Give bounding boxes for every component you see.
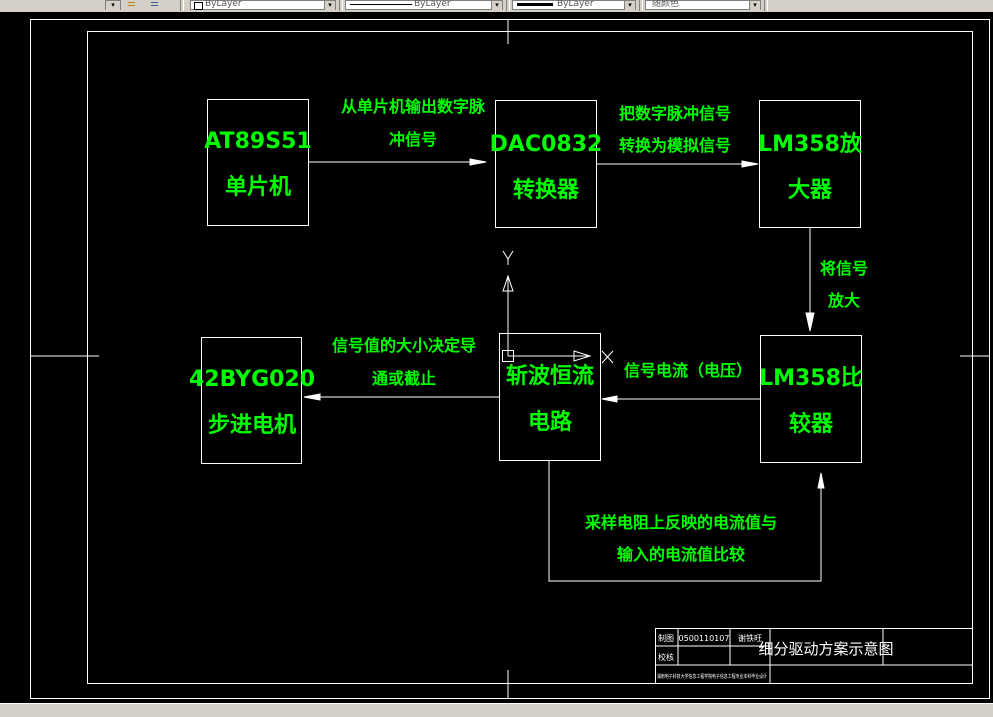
label-dac-to-amp-2: 转换为模拟信号: [619, 136, 731, 155]
label-dac-to-amp-1: 把数字脉冲信号: [619, 104, 731, 123]
status-bar: [0, 703, 993, 717]
title-checked-label: 校核: [658, 652, 674, 662]
arrowhead: [805, 312, 815, 332]
label-mcu-to-dac-1: 从单片机输出数字脉: [341, 97, 486, 116]
block-motor-line1: 42BYG020: [189, 367, 315, 392]
toolbar-separator: [639, 0, 643, 11]
arrowhead: [741, 160, 759, 168]
properties-toolbar: ▾ ☰ ☰ ByLayer ▾ ByLayer ▾ ByLayer ▾ 随颜色 …: [0, 0, 993, 12]
drawing-canvas[interactable]: AT89S51 单片机 DAC0832 转换器 LM358放 大器 42BYG0…: [0, 12, 993, 703]
block-amplifier: [759, 100, 861, 228]
block-comparator: [760, 335, 862, 463]
color-control-dropdown[interactable]: ByLayer ▾: [190, 0, 336, 10]
block-chopper-line2: 电路: [528, 409, 573, 435]
block-dac: [495, 100, 597, 228]
block-dac-line1: DAC0832: [490, 132, 603, 157]
toolbar-separator: [506, 0, 510, 11]
linetype-control-dropdown[interactable]: ByLayer ▾: [345, 0, 503, 10]
title-drawn-value: 0500110107: [679, 634, 730, 643]
block-chopper: [499, 333, 601, 461]
arrowhead: [817, 472, 825, 489]
label-chopper-to-motor-2: 通或截止: [372, 369, 436, 388]
block-amp-line2: 大器: [788, 178, 833, 203]
chevron-down-icon: ▾: [324, 1, 335, 10]
title-drawn-label: 制图: [658, 633, 674, 643]
title-drawing-name: 细分驱动方案示意图: [758, 640, 893, 658]
ucs-y-glyph: [502, 250, 509, 260]
block-chopper-line1: 斩波恒流: [506, 363, 594, 389]
label-feedback-1: 采样电阻上反映的电流值与: [584, 513, 777, 532]
block-mcu-line1: AT89S51: [204, 129, 311, 154]
arrowhead: [303, 393, 321, 401]
lineweight-control-dropdown[interactable]: ByLayer ▾: [512, 0, 636, 10]
layer-states-icon[interactable]: ☰: [127, 0, 136, 9]
label-amp-to-comp-1: 将信号: [820, 259, 868, 278]
layer-dropdown-arrow[interactable]: ▾: [105, 0, 121, 10]
block-comparator-line1: LM358比: [759, 366, 863, 391]
plotstyle-control-dropdown[interactable]: 随颜色 ▾: [645, 0, 761, 10]
block-dac-line2: 转换器: [513, 177, 580, 203]
block-mcu: [207, 99, 309, 226]
label-chopper-to-motor-1: 信号值的大小决定导: [332, 336, 476, 355]
drawing-outer-border: [30, 19, 990, 699]
block-motor: [201, 337, 302, 464]
label-feedback-2: 输入的电流值比较: [617, 545, 745, 564]
arrowhead: [601, 395, 618, 403]
label-mcu-to-dac-2: 冲信号: [389, 130, 437, 149]
toolbar-separator: [339, 0, 343, 11]
block-mcu-line2: 单片机: [225, 175, 291, 200]
title-school: 湖南电子科技大学信息工程学院电子信息工程专业本科毕业设计: [657, 673, 767, 680]
toolbar-separator: [180, 0, 184, 11]
ucs-y-glyph: [507, 250, 514, 260]
toolbar-separator: [764, 0, 768, 11]
linetype-preview: [350, 4, 412, 5]
arrowhead: [469, 158, 487, 166]
color-swatch-icon: [194, 2, 203, 10]
label-amp-to-comp-2: 放大: [827, 291, 860, 310]
block-comparator-line2: 较器: [789, 411, 834, 437]
chevron-down-icon: ▾: [624, 1, 635, 10]
lineweight-preview: [517, 3, 553, 6]
block-motor-line2: 步进电机: [208, 412, 296, 438]
chevron-down-icon: ▾: [749, 1, 760, 10]
lineweight-value: ByLayer: [557, 0, 594, 9]
linetype-value: ByLayer: [414, 0, 451, 9]
block-amp-line1: LM358放: [758, 131, 863, 157]
label-comp-to-chopper: 信号电流（电压）: [624, 361, 752, 380]
layer-previous-icon[interactable]: ☰: [150, 0, 159, 9]
chevron-down-icon: ▾: [491, 1, 502, 10]
color-value: ByLayer: [205, 0, 242, 9]
plotstyle-value: 随颜色: [652, 0, 680, 9]
